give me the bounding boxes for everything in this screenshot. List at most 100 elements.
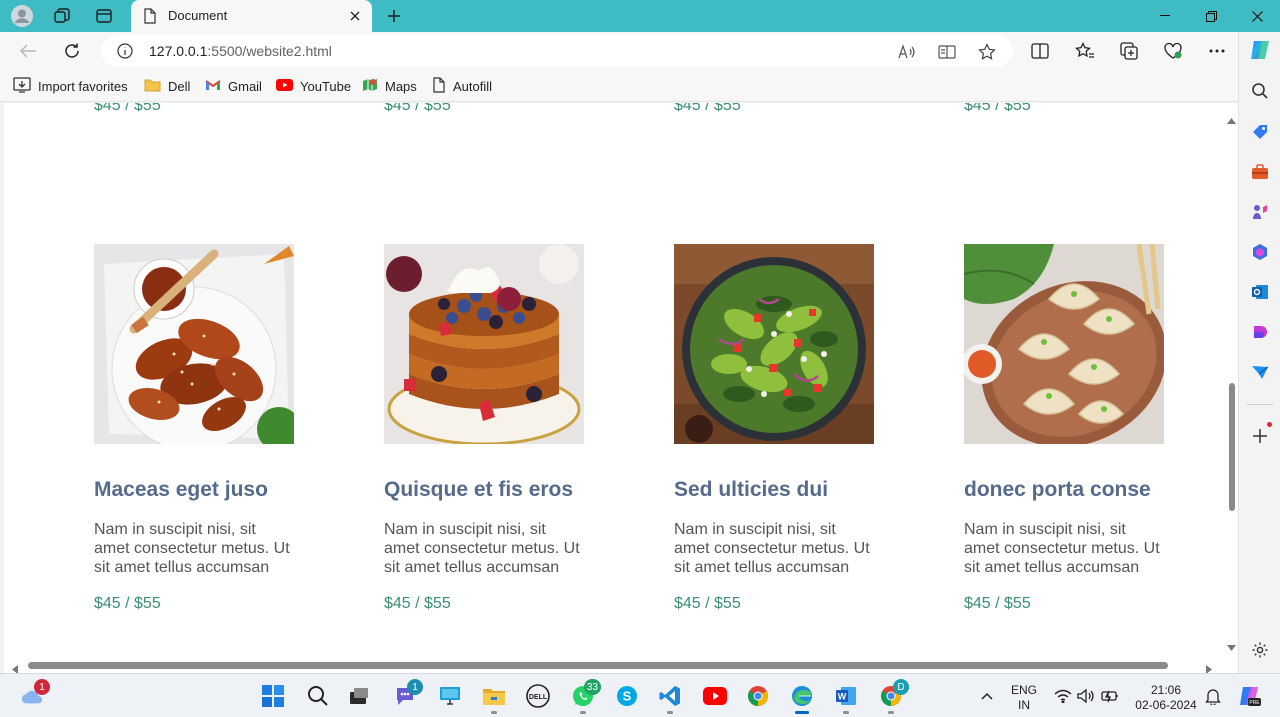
tools-icon[interactable] <box>1248 160 1272 184</box>
svg-text:PRE: PRE <box>1249 700 1260 706</box>
shopping-tag-icon[interactable] <box>1248 120 1272 144</box>
site-info-icon[interactable] <box>117 43 133 64</box>
outlook-icon[interactable] <box>1248 280 1272 304</box>
task-view-icon[interactable] <box>347 684 371 708</box>
vscode-icon[interactable] <box>658 684 682 714</box>
whatsapp-icon[interactable]: 33 <box>571 679 601 714</box>
whatsapp-badge: 33 <box>583 679 601 695</box>
browser-essentials-icon[interactable] <box>1162 40 1184 62</box>
favorite-maps[interactable]: Maps <box>362 77 417 95</box>
menu-item-description: Nam in suscipit nisi, sit amet consectet… <box>94 521 290 576</box>
menu-item-title: donec porta conse <box>964 478 1151 501</box>
horizontal-scroll-thumb[interactable] <box>28 662 1168 669</box>
chrome-icon[interactable] <box>746 684 770 708</box>
favorite-dell[interactable]: Dell <box>144 77 190 95</box>
chrome-profile-badge: D <box>893 679 909 695</box>
edge-icon[interactable] <box>790 684 814 714</box>
notification-bell-icon[interactable] <box>1201 684 1225 708</box>
games-icon[interactable] <box>1248 200 1272 224</box>
start-windows-icon[interactable] <box>261 684 285 708</box>
scroll-up-icon[interactable] <box>1227 111 1236 129</box>
favorite-autofill[interactable]: Autofill <box>432 76 492 95</box>
dell-icon[interactable]: DELL <box>526 684 550 708</box>
battery-icon[interactable] <box>1098 684 1122 708</box>
youtube-icon <box>276 78 293 94</box>
more-options-icon[interactable] <box>1206 40 1228 62</box>
menu-item-price: $45 / $55 <box>964 595 1031 612</box>
svg-text:W: W <box>838 692 847 702</box>
immersive-reader-icon[interactable] <box>936 41 958 63</box>
scroll-left-icon[interactable] <box>12 661 18 673</box>
maps-icon <box>362 77 378 96</box>
search-icon[interactable] <box>306 684 330 708</box>
copilot-icon[interactable] <box>1248 38 1272 62</box>
teams-chat-icon[interactable]: 1 <box>393 679 423 708</box>
food-photo-chicken-wings <box>94 244 294 444</box>
price-partial: $45 / $55 <box>94 103 161 114</box>
weather-icon[interactable]: 1 <box>20 679 50 708</box>
running-indicator <box>580 711 586 714</box>
favorite-import[interactable]: Import favorites <box>13 76 128 95</box>
active-running-indicator <box>795 711 809 714</box>
running-indicator <box>888 711 894 714</box>
tab-title: Document <box>168 8 228 23</box>
collections-icon[interactable] <box>1118 40 1140 62</box>
horizontal-scrollbar[interactable] <box>4 658 1225 673</box>
restore-icon[interactable] <box>1188 4 1234 28</box>
add-sidebar-app-icon[interactable] <box>1248 422 1272 448</box>
menu-item-description: Nam in suscipit nisi, sit amet consectet… <box>384 521 580 576</box>
new-tab-button[interactable] <box>383 5 405 27</box>
workspaces-icon[interactable] <box>50 4 74 28</box>
language-indicator[interactable]: ENG IN <box>1008 683 1040 713</box>
read-aloud-icon[interactable] <box>896 41 918 63</box>
copilot-preview-icon[interactable]: PRE <box>1237 684 1261 708</box>
running-indicator <box>491 711 497 714</box>
youtube-app-icon[interactable] <box>703 684 727 708</box>
volume-icon[interactable] <box>1074 684 1098 708</box>
food-photo-french-toast <box>384 244 584 444</box>
clock[interactable]: 21:06 02-06-2024 <box>1130 683 1202 713</box>
file-explorer-icon[interactable] <box>482 684 506 714</box>
refresh-icon[interactable] <box>61 40 83 62</box>
skype-icon[interactable]: S <box>615 684 639 708</box>
active-tab[interactable]: Document <box>131 0 372 32</box>
menu-item-price: $45 / $55 <box>94 595 161 612</box>
microsoft365-icon[interactable] <box>1248 240 1272 264</box>
split-screen-icon[interactable] <box>1029 40 1051 62</box>
search-icon[interactable] <box>1248 79 1272 103</box>
folder-icon <box>144 78 161 95</box>
favorite-star-icon[interactable] <box>976 41 998 63</box>
favorite-gmail[interactable]: Gmail <box>205 77 262 95</box>
vertical-scrollbar[interactable] <box>1225 103 1238 658</box>
favorites-bar: Import favorites Dell Gmail YouTube Maps… <box>0 70 1238 102</box>
close-window-icon[interactable] <box>1234 4 1280 28</box>
scroll-down-icon[interactable] <box>1227 638 1236 656</box>
minimize-icon[interactable] <box>1142 4 1188 28</box>
back-icon[interactable] <box>17 40 39 62</box>
chrome-profile-icon[interactable]: D <box>879 679 909 714</box>
price-partial: $45 / $55 <box>384 103 451 114</box>
price-partial: $45 / $55 <box>674 103 741 114</box>
show-hidden-icons-chevron-icon[interactable] <box>975 684 999 708</box>
send-icon[interactable] <box>1248 360 1272 384</box>
close-tab-icon[interactable] <box>346 7 364 25</box>
gmail-icon <box>205 79 221 94</box>
scroll-right-icon[interactable] <box>1206 661 1212 673</box>
vertical-tabs-icon[interactable] <box>92 4 116 28</box>
tab-strip: Document <box>0 0 1280 32</box>
menu-item-title: Maceas eget juso <box>94 478 268 501</box>
address-bar[interactable]: 127.0.0.1:5500/website2.html <box>101 35 1013 67</box>
profile-icon[interactable] <box>10 4 34 28</box>
sidebar-divider <box>1247 404 1273 405</box>
word-icon[interactable]: W <box>834 684 858 714</box>
vertical-scroll-thumb[interactable] <box>1229 383 1235 511</box>
favorite-youtube[interactable]: YouTube <box>276 77 351 95</box>
food-photo-salad <box>674 244 874 444</box>
price-partial: $45 / $55 <box>964 103 1031 114</box>
settings-gear-icon[interactable] <box>1248 638 1272 662</box>
menu-item-title: Sed ulticies dui <box>674 478 829 501</box>
desktop-monitor-icon[interactable] <box>438 684 462 708</box>
designer-icon[interactable] <box>1248 320 1272 344</box>
wifi-icon[interactable] <box>1051 684 1075 708</box>
favorites-icon[interactable] <box>1074 40 1096 62</box>
